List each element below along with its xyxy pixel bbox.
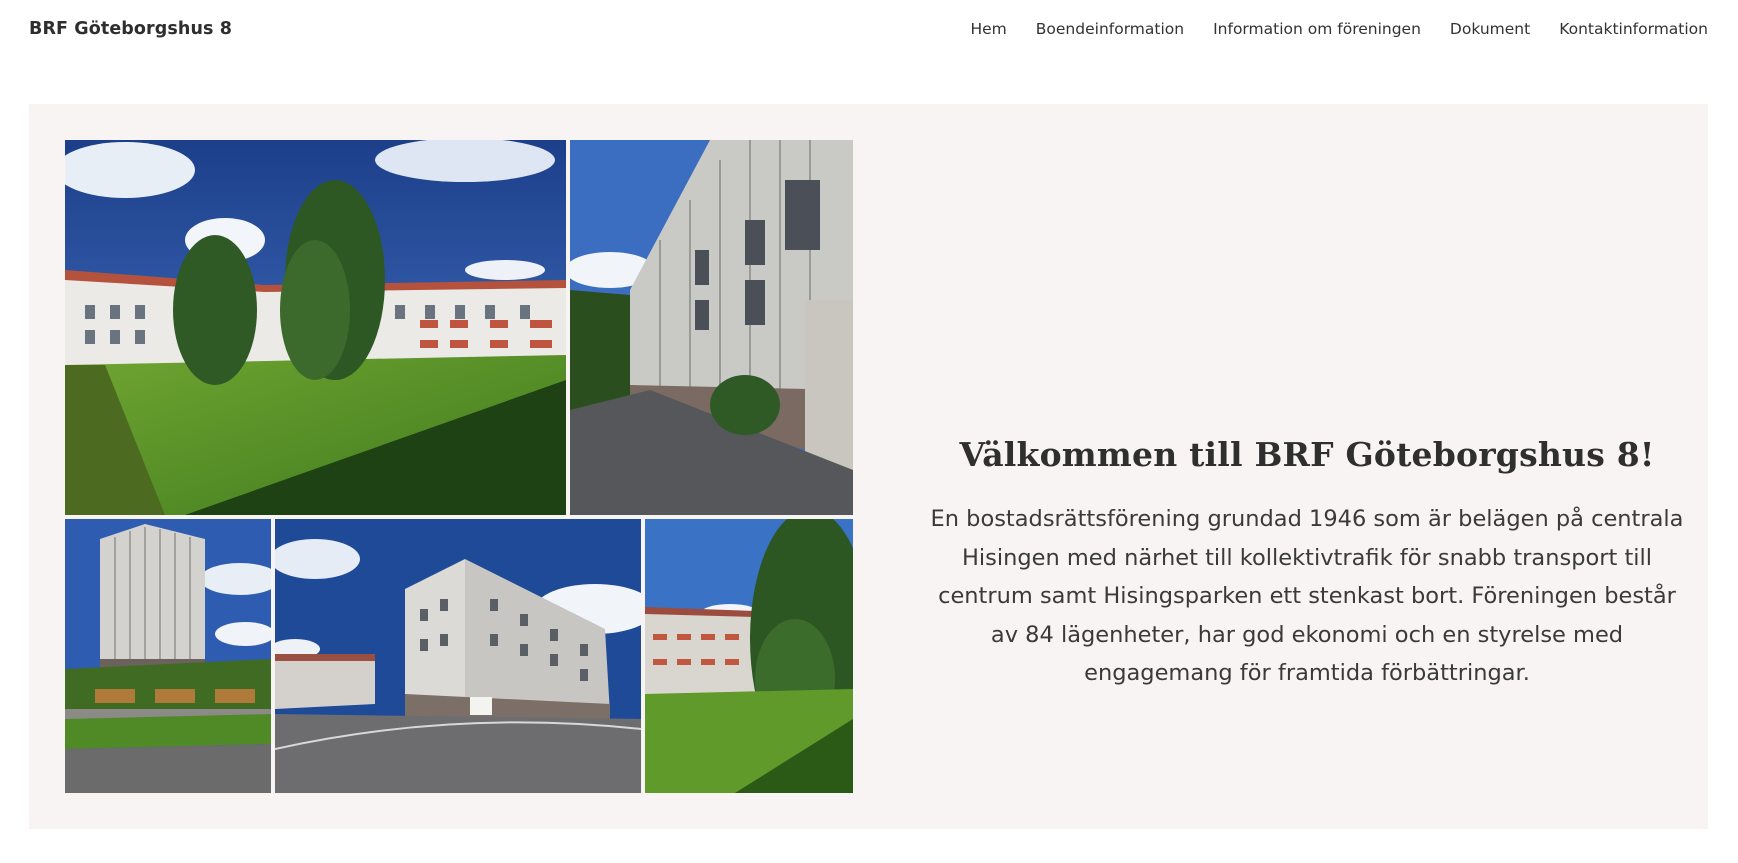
photo-gable-planters xyxy=(65,519,271,793)
nav-item-kontaktinformation[interactable]: Kontaktinformation xyxy=(1559,20,1708,38)
main-nav: Hem Boendeinformation Information om för… xyxy=(941,20,1708,38)
nav-item-information-om-foreningen[interactable]: Information om föreningen xyxy=(1213,20,1421,38)
nav-item-boendeinformation[interactable]: Boendeinformation xyxy=(1036,20,1184,38)
site-header: BRF Göteborgshus 8 Hem Boendeinformation… xyxy=(0,0,1738,62)
hero-description: En bostadsrättsförening grundad 1946 som… xyxy=(930,506,1684,686)
hero-title: Välkommen till BRF Göteborgshus 8! xyxy=(959,435,1655,474)
nav-item-hem[interactable]: Hem xyxy=(970,20,1006,38)
nav-item-dokument[interactable]: Dokument xyxy=(1450,20,1530,38)
photo-building-path xyxy=(570,140,853,515)
photo-building-road xyxy=(275,519,641,793)
photo-lawn-tree xyxy=(645,519,853,793)
photo-courtyard-trees xyxy=(65,140,566,515)
site-brand-link[interactable]: BRF Göteborgshus 8 xyxy=(29,19,232,39)
hero-section: Välkommen till BRF Göteborgshus 8! En bo… xyxy=(29,104,1708,829)
hero-text: Välkommen till BRF Göteborgshus 8! En bo… xyxy=(922,435,1692,693)
